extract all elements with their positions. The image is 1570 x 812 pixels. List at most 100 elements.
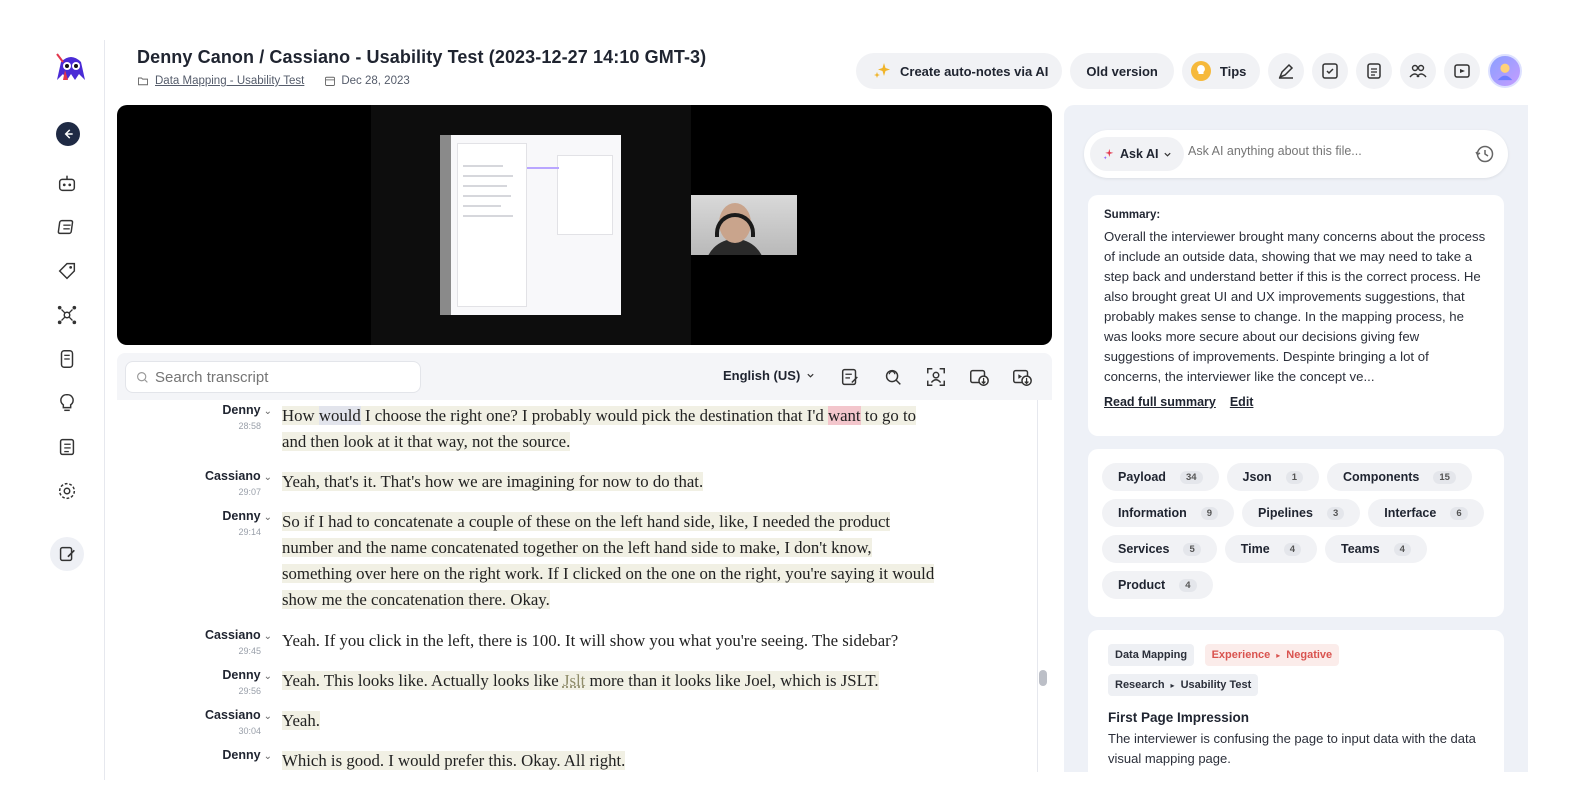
read-full-summary-link[interactable]: Read full summary [1104,395,1216,409]
avatar-icon [1498,63,1513,81]
date-text: Dec 28, 2023 [341,75,410,87]
speaker-name[interactable]: Cassiano ⌄ [117,628,272,642]
gear-icon[interactable] [53,477,81,505]
timestamp[interactable]: 29:45 [117,646,261,656]
search-icon [137,371,148,383]
timestamp[interactable]: 29:56 [117,686,261,696]
page-title: Denny Canon / Cassiano - Usability Test … [137,47,707,67]
summary-text: Overall the interviewer brought many con… [1104,229,1486,384]
sparkle-icon [874,63,890,78]
ai-side-panel: Ask AI Summary: Overall the interviewer … [1064,105,1528,772]
tag-product[interactable]: Product 4 [1102,571,1213,599]
video-clip-icon[interactable] [1444,53,1481,89]
edit-summary-link[interactable]: Edit [1230,395,1254,409]
timestamp[interactable]: 29:14 [117,527,261,537]
video-player[interactable] [117,105,1052,345]
ask-ai-button[interactable]: Ask AI [1090,137,1185,171]
transcript-search[interactable] [125,361,421,393]
note-title: First Page Impression [1108,710,1250,725]
highlighter-icon[interactable] [1268,53,1305,89]
transcript-body: Denny ⌄ 28:58 How would I choose the righ… [117,400,1052,772]
tag-payload[interactable]: Payload 34 [1102,463,1219,491]
speaker-name[interactable]: Cassiano ⌄ [117,469,272,483]
tag-services[interactable]: Services 5 [1102,535,1217,563]
edit-notes-icon[interactable] [50,537,84,571]
lightbulb-icon[interactable] [53,389,81,417]
old-version-button[interactable]: Old version [1070,53,1174,89]
ask-ai-bar: Ask AI [1084,130,1508,178]
app-root: Denny Canon / Cassiano - Usability Test … [0,0,1570,812]
transcript-scrollbar-thumb[interactable] [1039,670,1047,686]
tags-icon[interactable] [53,257,81,285]
chevron-down-icon [807,373,814,378]
create-auto-notes-button[interactable]: Create auto-notes via AI [856,53,1063,89]
transcript-toolbar: English (US) [117,353,1052,400]
history-icon[interactable] [1474,143,1496,165]
participant-webcam [691,195,797,255]
find-replace-icon[interactable] [880,364,906,390]
transcript-text[interactable]: Yeah, that's it. That's how we are imagi… [282,469,942,495]
note-chip[interactable]: Research ▸ Usability Test [1108,674,1259,696]
tag-json[interactable]: Json 1 [1226,463,1319,491]
note-card[interactable]: Data Mapping Experience ▸ Negative Researc… [1088,630,1504,772]
document-icon[interactable] [1356,53,1393,89]
download-transcript-icon[interactable] [966,364,992,390]
folder-icon [138,77,148,86]
speaker-focus-icon[interactable] [923,364,949,390]
date-label: Dec 28, 2023 [324,75,410,87]
transcript-text[interactable]: Which is good. I would prefer this. Okay… [282,748,942,772]
breadcrumb: Data Mapping - Usability Test Dec 28, 20… [137,75,410,87]
calendar-icon [325,76,336,86]
transcript-text[interactable]: Yeah. This looks like. Actually looks li… [282,668,942,694]
people-icon[interactable] [1400,53,1437,89]
search-input[interactable] [155,368,405,386]
speaker-name[interactable]: Denny ⌄ [117,748,272,762]
left-rail [40,40,105,780]
tag-pipelines[interactable]: Pipelines 3 [1242,499,1361,527]
tag-teams[interactable]: Teams 4 [1324,535,1427,563]
folder-link[interactable]: Data Mapping - Usability Test [155,75,304,87]
tag-interface[interactable]: Interface 6 [1368,499,1484,527]
transcript-text[interactable]: Yeah. [282,708,942,734]
checklist-icon[interactable] [53,433,81,461]
tag-time[interactable]: Time 4 [1224,535,1317,563]
language-select[interactable]: English (US) [723,368,815,383]
notes-stack-icon[interactable] [53,213,81,241]
back-arrow-icon[interactable] [56,122,80,146]
summary-card: Summary: Overall the interviewer brought… [1088,195,1504,436]
transcript-edit-icon[interactable] [837,364,863,390]
timestamp[interactable]: 30:04 [117,726,261,736]
transcript-text[interactable]: So if I had to concatenate a couple of t… [282,509,942,613]
tags-card: Payload 34 Json 1 Components 15 Information… [1088,449,1504,617]
transcript-text[interactable]: How would I choose the right one? I prob… [282,403,942,455]
tag-components[interactable]: Components 15 [1327,463,1472,491]
lightbulb-icon [1190,61,1211,81]
speaker-name[interactable]: Cassiano ⌄ [117,708,272,722]
device-icon[interactable] [53,345,81,373]
summary-label: Summary: [1104,209,1161,221]
sparkle-icon [1103,148,1114,159]
transcript-tools [837,364,1035,390]
ask-ai-input[interactable] [1188,144,1458,158]
robot-icon[interactable] [53,169,81,197]
transcript-scrollbar-track[interactable] [1037,400,1038,772]
app-logo-icon[interactable] [53,50,89,86]
network-icon[interactable] [53,301,81,329]
note-chip[interactable]: Data Mapping [1108,644,1195,666]
tag-information[interactable]: Information 9 [1102,499,1235,527]
chevron-down-icon [1164,152,1172,157]
speaker-name[interactable]: Denny ⌄ [117,668,272,682]
download-video-icon[interactable] [1009,364,1035,390]
note-body: The interviewer is confusing the page to… [1108,731,1476,766]
timestamp[interactable]: 28:58 [117,421,261,431]
shared-screen-thumbnail [440,135,621,315]
speaker-name[interactable]: Denny ⌄ [117,403,272,417]
top-toolbar: Create auto-notes via AI Old version Tip… [856,53,1523,89]
tips-button[interactable]: Tips [1181,53,1261,89]
notebook-check-icon[interactable] [1312,53,1349,89]
timestamp[interactable]: 29:07 [117,487,261,497]
user-avatar[interactable] [1488,54,1523,88]
speaker-name[interactable]: Denny ⌄ [117,509,272,523]
note-chip-negative[interactable]: Experience ▸ Negative [1204,644,1340,666]
transcript-text[interactable]: Yeah. If you click in the left, there is… [282,628,942,654]
